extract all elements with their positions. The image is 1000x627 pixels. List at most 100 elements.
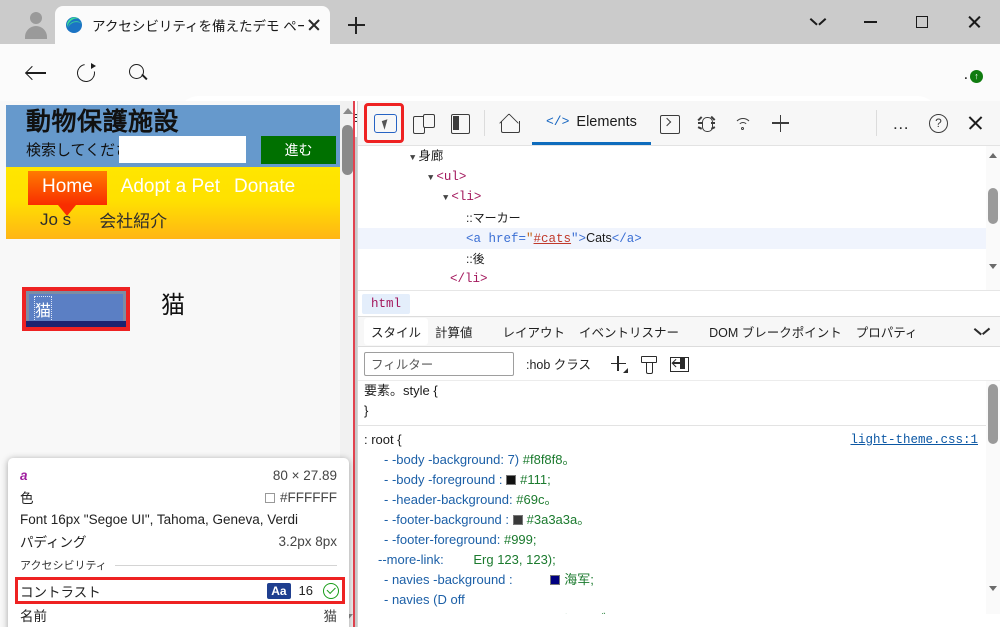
toggle-computed-sidebar-button[interactable] <box>663 351 693 377</box>
css-value[interactable]: #111; <box>520 472 551 487</box>
css-value[interactable]: #999; <box>504 532 537 547</box>
scrollbar-thumb[interactable] <box>342 125 353 175</box>
dom-tree[interactable]: ▼ 身廊 ▼ <ul> ▼ <li> ::マーカー <a href="#cats">C… <box>358 146 1000 290</box>
chevron-down-icon[interactable] <box>975 328 988 336</box>
styles-filter-input[interactable]: フィルター <box>364 351 514 376</box>
devtools-close-button[interactable] <box>957 106 994 141</box>
scroll-up-button[interactable] <box>986 147 1000 163</box>
tab-debugger[interactable] <box>688 106 725 141</box>
devtools-help-button[interactable]: ? <box>920 106 957 141</box>
css-property[interactable]: - navies -background : <box>384 572 513 587</box>
tab-search-button[interactable] <box>792 0 844 44</box>
css-property[interactable]: - -footer-foreground: <box>384 532 500 547</box>
dom-node-anchor-selected[interactable]: <a href="#cats">Cats</a> <box>358 228 1000 249</box>
dom-node-li[interactable]: ▼ <li> <box>358 187 1000 208</box>
new-style-rule-button[interactable] <box>603 351 633 377</box>
dom-node-ul[interactable]: ▼ <ul> <box>358 167 1000 188</box>
hov-classes-toggle[interactable]: :hob クラス <box>526 354 591 373</box>
css-declaration[interactable]: - navies (D off <box>358 590 1000 610</box>
tab-dom-breakpoints[interactable]: DOM ブレークポイント <box>702 318 849 345</box>
inspect-element-button[interactable] <box>364 103 404 143</box>
site-search-input[interactable] <box>119 136 246 164</box>
css-selector-root[interactable]: : root { <box>364 432 402 447</box>
selected-link-text[interactable]: 猫 <box>33 296 53 322</box>
site-nav-item-donate[interactable]: Donate <box>234 171 295 203</box>
color-swatch-icon[interactable] <box>550 575 561 585</box>
dom-node-marker-pseudo[interactable]: ::マーカー <box>358 208 1000 229</box>
dom-tree-scrollbar[interactable] <box>986 146 1000 290</box>
site-nav-item-home[interactable]: Home <box>28 171 107 216</box>
css-rule-element-style-selector[interactable]: 要素。style { <box>358 381 1000 401</box>
css-declaration[interactable]: - -header-background: #69c。 <box>358 490 1000 510</box>
close-window-button[interactable] <box>948 0 1000 44</box>
anchor-href-value[interactable]: #cats <box>534 232 572 246</box>
css-declaration[interactable]: - -navhover-background: ドッジャーブルー <box>358 610 1000 614</box>
css-property[interactable]: - -navhover-background: <box>384 612 526 614</box>
scroll-down-button[interactable] <box>986 258 1000 274</box>
dom-node-nav[interactable]: ▼ 身廊 <box>358 146 1000 167</box>
back-button[interactable] <box>18 55 54 91</box>
scrollbar-thumb[interactable] <box>988 188 998 224</box>
site-nav-item-jobs[interactable]: Jo s <box>40 210 71 230</box>
css-declaration[interactable]: - -footer-foreground: #999; <box>358 530 1000 550</box>
dom-node-after-pseudo[interactable]: ::後 <box>358 249 1000 270</box>
twisty-icon[interactable]: ▼ <box>443 193 448 203</box>
css-declaration[interactable]: - -body -foreground : #111; <box>358 470 1000 490</box>
color-swatch-icon[interactable] <box>506 475 517 485</box>
css-pane-scrollbar[interactable] <box>986 381 1000 614</box>
tab-layout[interactable]: レイアウト <box>496 318 573 345</box>
color-swatch-icon[interactable] <box>512 515 523 525</box>
close-icon <box>967 15 982 30</box>
site-nav-item-about[interactable]: 会社紹介 <box>99 207 167 232</box>
selected-link-focus-ring[interactable]: 猫 <box>26 291 126 327</box>
css-value[interactable]: #69c。 <box>516 492 557 507</box>
css-rules-pane[interactable]: 要素。style { } : root { light-theme.css:1 … <box>358 381 1000 614</box>
dom-node-li-collapsed[interactable]: ▶<li>•••</li> <box>358 290 1000 291</box>
tab-elements[interactable]: </> Elements <box>532 102 651 145</box>
css-property[interactable]: - -body -background: 7) <box>384 452 519 467</box>
css-declaration[interactable]: - navies -background : 海军; <box>358 570 1000 590</box>
twisty-icon[interactable]: ▼ <box>410 153 415 163</box>
css-value[interactable]: Erg 123, 123); <box>473 552 555 567</box>
css-source-link[interactable]: light-theme.css:1 <box>850 430 978 450</box>
add-tool-button[interactable] <box>762 106 799 141</box>
css-value[interactable]: 海军; <box>564 572 594 587</box>
scrollbar-thumb[interactable] <box>988 384 998 444</box>
close-tab-icon[interactable] <box>304 15 324 35</box>
twisty-icon[interactable]: ▼ <box>428 173 433 183</box>
breadcrumb-item-html[interactable]: html <box>362 293 411 314</box>
browser-tab[interactable]: アクセシビリティを備えたデモ ページは、 <box>55 6 330 44</box>
new-tab-button[interactable] <box>340 10 372 40</box>
site-nav-item-adopt[interactable]: Adopt a Pet <box>121 171 220 203</box>
element-classes-button[interactable] <box>633 351 663 377</box>
tab-network[interactable] <box>725 106 762 141</box>
maximize-button[interactable] <box>896 0 948 44</box>
scroll-down-button[interactable] <box>986 580 1000 596</box>
dom-node-li-close[interactable]: </li> <box>358 269 1000 290</box>
refresh-button[interactable] <box>68 55 104 91</box>
css-property[interactable]: --more-link: <box>378 552 444 567</box>
search-button[interactable] <box>120 55 156 91</box>
css-property[interactable]: - -body -foreground : <box>384 472 503 487</box>
tab-computed[interactable]: 計算値 <box>428 318 480 345</box>
css-declaration[interactable]: --more-link: Erg 123, 123); <box>358 550 1000 570</box>
devtools-home-button[interactable] <box>491 106 528 141</box>
minimize-button[interactable] <box>844 0 896 44</box>
css-value[interactable]: #f8f8f8。 <box>523 452 576 467</box>
devtools-more-button[interactable]: … <box>883 106 920 141</box>
css-value[interactable]: #3a3a3a。 <box>527 512 591 527</box>
device-emulation-button[interactable] <box>404 106 441 141</box>
css-value[interactable]: ドッジャーブルー <box>529 612 632 614</box>
css-property[interactable]: - -footer-background : <box>384 512 509 527</box>
tab-console[interactable] <box>651 106 688 141</box>
css-declaration[interactable]: - -body -background: 7) #f8f8f8。 <box>358 450 1000 470</box>
tab-properties[interactable]: プロパティ <box>849 318 925 345</box>
css-declaration[interactable]: - -footer-background : #3a3a3a。 <box>358 510 1000 530</box>
css-property[interactable]: - -header-background: <box>384 492 513 507</box>
css-property[interactable]: - navies (D off <box>384 592 465 607</box>
tab-event-listeners[interactable]: イベントリスナー <box>572 318 686 345</box>
site-go-button[interactable]: 進む <box>261 136 336 165</box>
browser-more-button[interactable]: … ↑ <box>952 55 992 91</box>
dock-side-button[interactable] <box>441 106 478 141</box>
tab-styles[interactable]: スタイル <box>364 318 429 345</box>
